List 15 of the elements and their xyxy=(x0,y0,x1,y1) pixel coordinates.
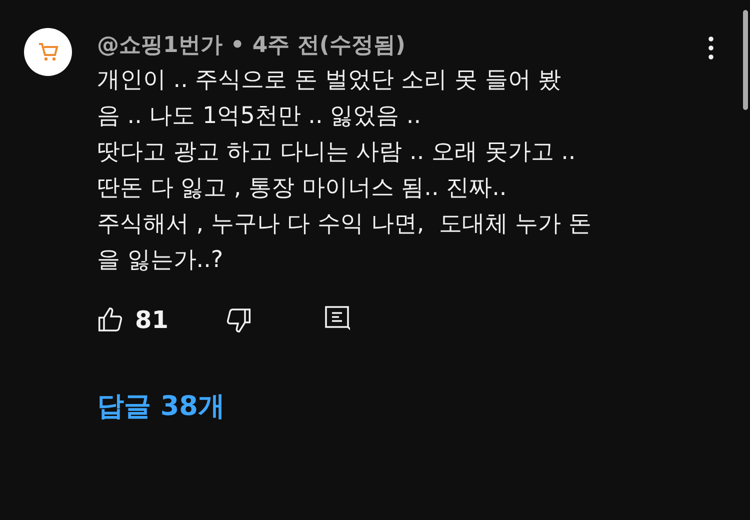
comment-line: 땃다고 광고 하고 다니는 사람 .. 오래 못가고 .. xyxy=(97,138,577,167)
comment-line: 을 잃는가..? xyxy=(97,246,224,275)
avatar[interactable] xyxy=(24,28,72,76)
shopping-cart-icon xyxy=(37,42,59,62)
author-name[interactable]: @쇼핑1번가 xyxy=(97,30,222,60)
comment-line: 음 .. 나도 1억5천만 .. 잃었음 .. xyxy=(97,102,422,131)
thumbs-up-icon xyxy=(97,306,125,334)
comment-line: 주식해서 , 누구나 다 수익 나면, 도대체 누가 돈 xyxy=(97,210,592,239)
replies-link[interactable]: 답글 38개 xyxy=(97,388,225,424)
separator-dot: • xyxy=(230,32,244,58)
like-button[interactable]: 81 xyxy=(97,306,168,334)
comment-line: 개인이 .. 주식으로 돈 벌었단 소리 못 들어 봤 xyxy=(97,66,562,95)
dislike-button[interactable] xyxy=(224,306,252,334)
comment-line: 딴돈 다 잃고 , 통장 마이너스 됨.. 진짜.. xyxy=(97,174,508,203)
comment-time: 4주 전(수정됨) xyxy=(252,32,406,60)
